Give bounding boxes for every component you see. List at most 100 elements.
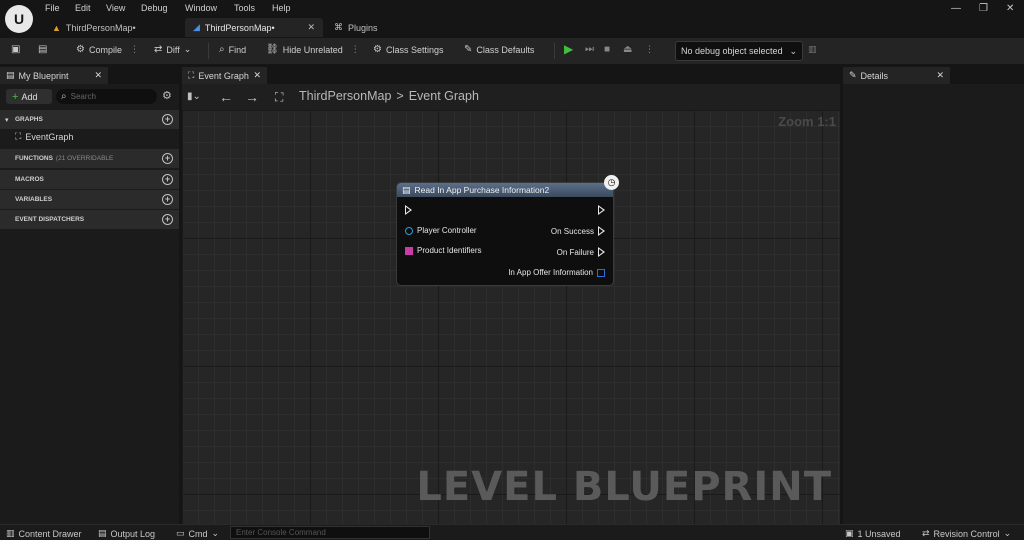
eject-icon[interactable]: ⏏ [623, 44, 632, 55]
section-graphs[interactable]: ▾ GRAPHS + [0, 110, 179, 129]
compile-icon: ⚙ [76, 44, 85, 55]
hide-unrelated-button[interactable]: ⛓ Hide Unrelated ⋮ [266, 44, 360, 55]
exec-in-pin[interactable] [405, 205, 412, 215]
level-blueprint-watermark: LEVEL BLUEPRINT [416, 464, 832, 510]
more-icon[interactable]: ⋮ [351, 44, 360, 55]
in-app-offer-information-pin[interactable]: In App Offer Information [508, 268, 605, 277]
node-header[interactable]: ▤ Read In App Purchase Information2 [397, 183, 613, 197]
graph-item-eventgraph[interactable]: ⛶ EventGraph [15, 131, 73, 142]
close-window-icon[interactable]: ✕ [1006, 3, 1014, 14]
tab-thirdpersonmap-level[interactable]: ▲ ThirdPersonMap• [44, 18, 144, 37]
section-macros[interactable]: MACROS + [0, 170, 179, 189]
close-icon[interactable]: ✕ [253, 70, 261, 81]
graph-icon: ⛶ [15, 131, 22, 141]
section-event-dispatchers[interactable]: EVENT DISPATCHERS + [0, 210, 179, 229]
play-icon[interactable]: ▶ [564, 42, 573, 56]
divider [554, 43, 555, 59]
menu-debug[interactable]: Debug [141, 3, 168, 13]
tab-label: ThirdPersonMap• [204, 22, 275, 33]
unsaved-button[interactable]: ▣ 1 Unsaved [845, 528, 901, 539]
terminal-icon: ▭ [176, 528, 185, 538]
on-failure-pin[interactable]: On Failure [557, 247, 605, 257]
chevron-down-icon: ⌄ [183, 44, 192, 54]
debug-filter-icon[interactable]: ▥ [808, 44, 817, 55]
add-graph-icon[interactable]: + [162, 114, 173, 125]
content-drawer-button[interactable]: ▥ Content Drawer [6, 528, 82, 539]
more-icon[interactable]: ⋮ [130, 44, 139, 55]
section-variables[interactable]: VARIABLES + [0, 190, 179, 209]
tab-label: Details [860, 70, 889, 81]
class-settings-button[interactable]: ⚙ Class Settings [373, 44, 444, 55]
console-input[interactable]: Enter Console Command [230, 526, 430, 539]
product-identifiers-pin[interactable]: Product Identifiers [405, 246, 481, 255]
unreal-logo-icon[interactable]: U [5, 5, 33, 33]
stop-icon[interactable]: ■ [604, 44, 610, 55]
search-input[interactable]: ⌕ Search [56, 89, 157, 104]
graph-canvas[interactable]: Zoom 1:1 LEVEL BLUEPRINT [182, 110, 840, 524]
details-panel [843, 84, 1024, 524]
graph-icon: ⛶ [188, 70, 195, 80]
section-label: GRAPHS [15, 116, 43, 123]
class-defaults-button[interactable]: ✎ Class Defaults [464, 44, 534, 55]
forward-arrow-icon[interactable]: → [245, 89, 259, 105]
add-variable-icon[interactable]: + [162, 194, 173, 205]
cmd-button[interactable]: ▭ Cmd ⌄ [176, 528, 219, 539]
read-in-app-purchase-node[interactable]: ▤ Read In App Purchase Information2 Play… [396, 182, 614, 286]
exec-arrow-icon [405, 205, 412, 215]
menu-file[interactable]: File [45, 3, 60, 13]
output-log-button[interactable]: ▤ Output Log [98, 528, 155, 539]
close-icon[interactable]: ✕ [936, 70, 944, 81]
compile-label: Compile [88, 44, 122, 55]
add-function-icon[interactable]: + [162, 153, 173, 164]
level-icon: ▲ [52, 22, 61, 33]
class-defaults-label: Class Defaults [476, 44, 535, 55]
menu-help[interactable]: Help [272, 3, 291, 13]
diff-button[interactable]: ⇄ Diff ⌄ [154, 44, 191, 55]
chevron-down-icon: ⌄ [1003, 528, 1012, 538]
browse-icon[interactable]: ▤ [38, 44, 47, 55]
menu-window[interactable]: Window [185, 3, 217, 13]
close-icon[interactable]: ✕ [94, 70, 102, 81]
chevron-down-icon: ⌄ [789, 45, 797, 56]
step-icon[interactable]: ⏭ [585, 44, 594, 55]
pin-label: Player Controller [417, 226, 477, 235]
maximize-icon[interactable]: ❐ [979, 3, 988, 14]
bookmark-icon[interactable]: ▮⌄ [187, 91, 201, 102]
exec-out-pin[interactable] [598, 205, 605, 215]
menu-edit[interactable]: Edit [75, 3, 91, 13]
save-icon[interactable]: ▣ [11, 44, 20, 55]
breadcrumb-root[interactable]: ThirdPersonMap [299, 89, 391, 103]
on-success-pin[interactable]: On Success [551, 226, 605, 236]
close-icon[interactable]: ✕ [307, 22, 315, 33]
tab-event-graph[interactable]: ⛶ Event Graph ✕ [182, 67, 267, 84]
section-functions[interactable]: FUNCTIONS (21 OVERRIDABLE + [0, 149, 179, 168]
find-button[interactable]: ⌕ Find [219, 44, 246, 55]
section-label: MACROS [15, 176, 44, 183]
compile-button[interactable]: ⚙ Compile ⋮ [76, 44, 139, 55]
add-macro-icon[interactable]: + [162, 174, 173, 185]
breadcrumb-separator: > [396, 89, 404, 103]
find-label: Find [228, 44, 247, 55]
add-button[interactable]: + Add [6, 89, 52, 104]
minimize-icon[interactable]: — [951, 3, 961, 14]
more-icon[interactable]: ⋮ [645, 44, 654, 55]
add-label: Add [21, 91, 38, 102]
section-label: VARIABLES [15, 196, 53, 203]
tab-plugins[interactable]: ⌘ Plugins [326, 18, 386, 37]
back-arrow-icon[interactable]: ← [219, 89, 233, 105]
search-placeholder: Search [70, 92, 96, 101]
player-controller-pin[interactable]: Player Controller [405, 226, 477, 235]
settings-gear-icon[interactable]: ⚙ [162, 89, 172, 102]
menu-tools[interactable]: Tools [234, 3, 255, 13]
debug-object-select[interactable]: No debug object selected ⌄ [675, 41, 803, 61]
add-dispatcher-icon[interactable]: + [162, 214, 173, 225]
section-label: EVENT DISPATCHERS [15, 216, 85, 223]
breadcrumb-leaf[interactable]: Event Graph [409, 89, 479, 103]
tab-my-blueprint[interactable]: ▤ My Blueprint ✕ [0, 67, 108, 84]
menu-view[interactable]: View [106, 3, 125, 13]
revision-control-button[interactable]: ⇄ Revision Control ⌄ [922, 528, 1011, 539]
gear-icon: ⚙ [373, 44, 382, 55]
tab-thirdpersonmap-blueprint[interactable]: ◢ ThirdPersonMap• ✕ [185, 18, 323, 37]
tab-details[interactable]: ✎ Details ✕ [843, 67, 950, 84]
latent-clock-icon: ◷ [604, 175, 619, 190]
